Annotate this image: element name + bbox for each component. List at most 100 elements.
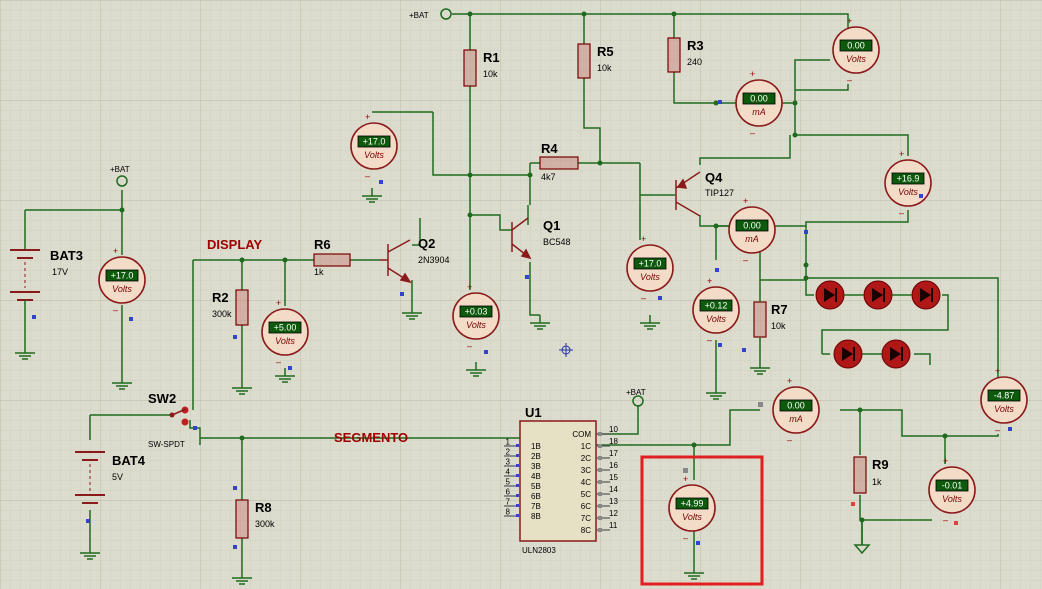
r6-value: 1k	[314, 267, 324, 277]
u1-pin-number: 8	[506, 508, 511, 517]
plus-sign-icon: +	[743, 196, 748, 206]
u1-ref: U1	[525, 405, 542, 420]
q2-ref: Q2	[418, 236, 435, 251]
plus-sign-icon: +	[276, 298, 281, 308]
u1-pin-name: 3B	[531, 462, 541, 471]
meter-unit: Volts	[112, 284, 132, 294]
u1-pin-number: 2	[506, 448, 511, 457]
meter-reading: 0.00	[787, 401, 805, 411]
plus-sign-icon: +	[683, 474, 688, 484]
r9-ref: R9	[872, 457, 889, 472]
meter-unit: Volts	[706, 314, 726, 324]
u1-pin-number: 6	[506, 488, 511, 497]
bat-terminal-left-label: +BAT	[110, 165, 130, 174]
meter-reading: +16.9	[897, 174, 920, 184]
r7-ref: R7	[771, 302, 788, 317]
u1-pin-name: 5C	[581, 490, 591, 499]
plus-sign-icon: +	[899, 149, 904, 159]
meter-unit: Volts	[942, 494, 962, 504]
led-icon[interactable]	[881, 339, 911, 369]
u1-pin-number: 16	[609, 461, 618, 470]
minus-sign-icon: –	[365, 171, 370, 181]
led-icon[interactable]	[815, 280, 845, 310]
q1-ref: Q1	[543, 218, 560, 233]
u1-pin-number: 10	[609, 425, 618, 434]
u1-pin-number: 11	[609, 521, 618, 530]
meter-unit: mA	[752, 107, 766, 117]
u1-pin-number: 7	[506, 498, 511, 507]
meter-unit: Volts	[682, 512, 702, 522]
q4-ref: Q4	[705, 170, 723, 185]
minus-sign-icon: –	[743, 255, 748, 265]
meter-unit: mA	[789, 414, 803, 424]
u1-pin-name: 8B	[531, 512, 541, 521]
bat4-value: 5V	[112, 472, 123, 482]
meter-reading: -0.01	[942, 481, 963, 491]
plus-sign-icon: +	[365, 112, 370, 122]
meter-unit: Volts	[275, 336, 295, 346]
plus-sign-icon: +	[113, 246, 118, 256]
led-icon[interactable]	[833, 339, 863, 369]
r8-ref: R8	[255, 500, 272, 515]
r3-ref: R3	[687, 38, 704, 53]
bat3-value: 17V	[52, 267, 68, 277]
meter-reading: +17.0	[639, 259, 662, 269]
minus-sign-icon: –	[943, 515, 948, 525]
u1-pin-number: 12	[609, 509, 618, 518]
r8-value: 300k	[255, 519, 275, 529]
meter-reading: 0.00	[847, 41, 865, 51]
r2-value: 300k	[212, 309, 232, 319]
meter-reading: +0.12	[705, 301, 728, 311]
plus-sign-icon: +	[995, 366, 1000, 376]
r1-value: 10k	[483, 69, 498, 79]
u1-pin-number: 4	[506, 468, 511, 477]
plus-sign-icon: +	[641, 234, 646, 244]
u1-pin-name: 7B	[531, 502, 541, 511]
plus-sign-icon: +	[707, 276, 712, 286]
bat3-ref: BAT3	[50, 248, 83, 263]
u1-pin-name: 6B	[531, 492, 541, 501]
minus-sign-icon: –	[683, 533, 688, 543]
u1-pin-number: 1	[506, 438, 511, 447]
meter-unit: Volts	[640, 272, 660, 282]
plus-sign-icon: +	[847, 16, 852, 26]
u1-pin-number: 17	[609, 449, 618, 458]
sw2-ref: SW2	[148, 391, 176, 406]
u1-pin-name: 4C	[581, 478, 591, 487]
u1-pin-name: 4B	[531, 472, 541, 481]
r1-ref: R1	[483, 50, 500, 65]
q4-value: TIP127	[705, 188, 734, 198]
schematic-canvas[interactable]: +BAT +BAT +BAT R1 10k R5 10k R3 240 R4 4…	[0, 0, 1042, 589]
minus-sign-icon: –	[750, 128, 755, 138]
meter-unit: Volts	[846, 54, 866, 64]
r3-value: 240	[687, 57, 702, 67]
meter-unit: Volts	[994, 404, 1014, 414]
minus-sign-icon: –	[641, 293, 646, 303]
r4-value: 4k7	[541, 172, 556, 182]
u1-pin-name: 7C	[581, 514, 591, 523]
plus-sign-icon: +	[750, 69, 755, 79]
bat-terminal-top-label: +BAT	[409, 11, 429, 20]
u1-pin-name: 6C	[581, 502, 591, 511]
u1-pin-name: 1B	[531, 442, 541, 451]
u1-pin-number: 14	[609, 485, 618, 494]
meter-unit: mA	[745, 234, 759, 244]
minus-sign-icon: –	[787, 435, 792, 445]
u1-pin-name: 2B	[531, 452, 541, 461]
u1-pin-number: 5	[506, 478, 511, 487]
q1-value: BC548	[543, 237, 571, 247]
meter-unit: Volts	[898, 187, 918, 197]
led-icon[interactable]	[863, 280, 893, 310]
meter-reading: +17.0	[363, 137, 386, 147]
u1-pin-name: 8C	[581, 526, 591, 535]
plus-sign-icon: +	[467, 282, 472, 292]
r2-ref: R2	[212, 290, 229, 305]
r5-value: 10k	[597, 63, 612, 73]
led-icon[interactable]	[911, 280, 941, 310]
minus-sign-icon: –	[276, 357, 281, 367]
bat-terminal-u1-label: +BAT	[626, 388, 646, 397]
u1-value: ULN2803	[522, 546, 556, 555]
u1-pin-number: 15	[609, 473, 618, 482]
r4-ref: R4	[541, 141, 558, 156]
plus-sign-icon: +	[787, 376, 792, 386]
